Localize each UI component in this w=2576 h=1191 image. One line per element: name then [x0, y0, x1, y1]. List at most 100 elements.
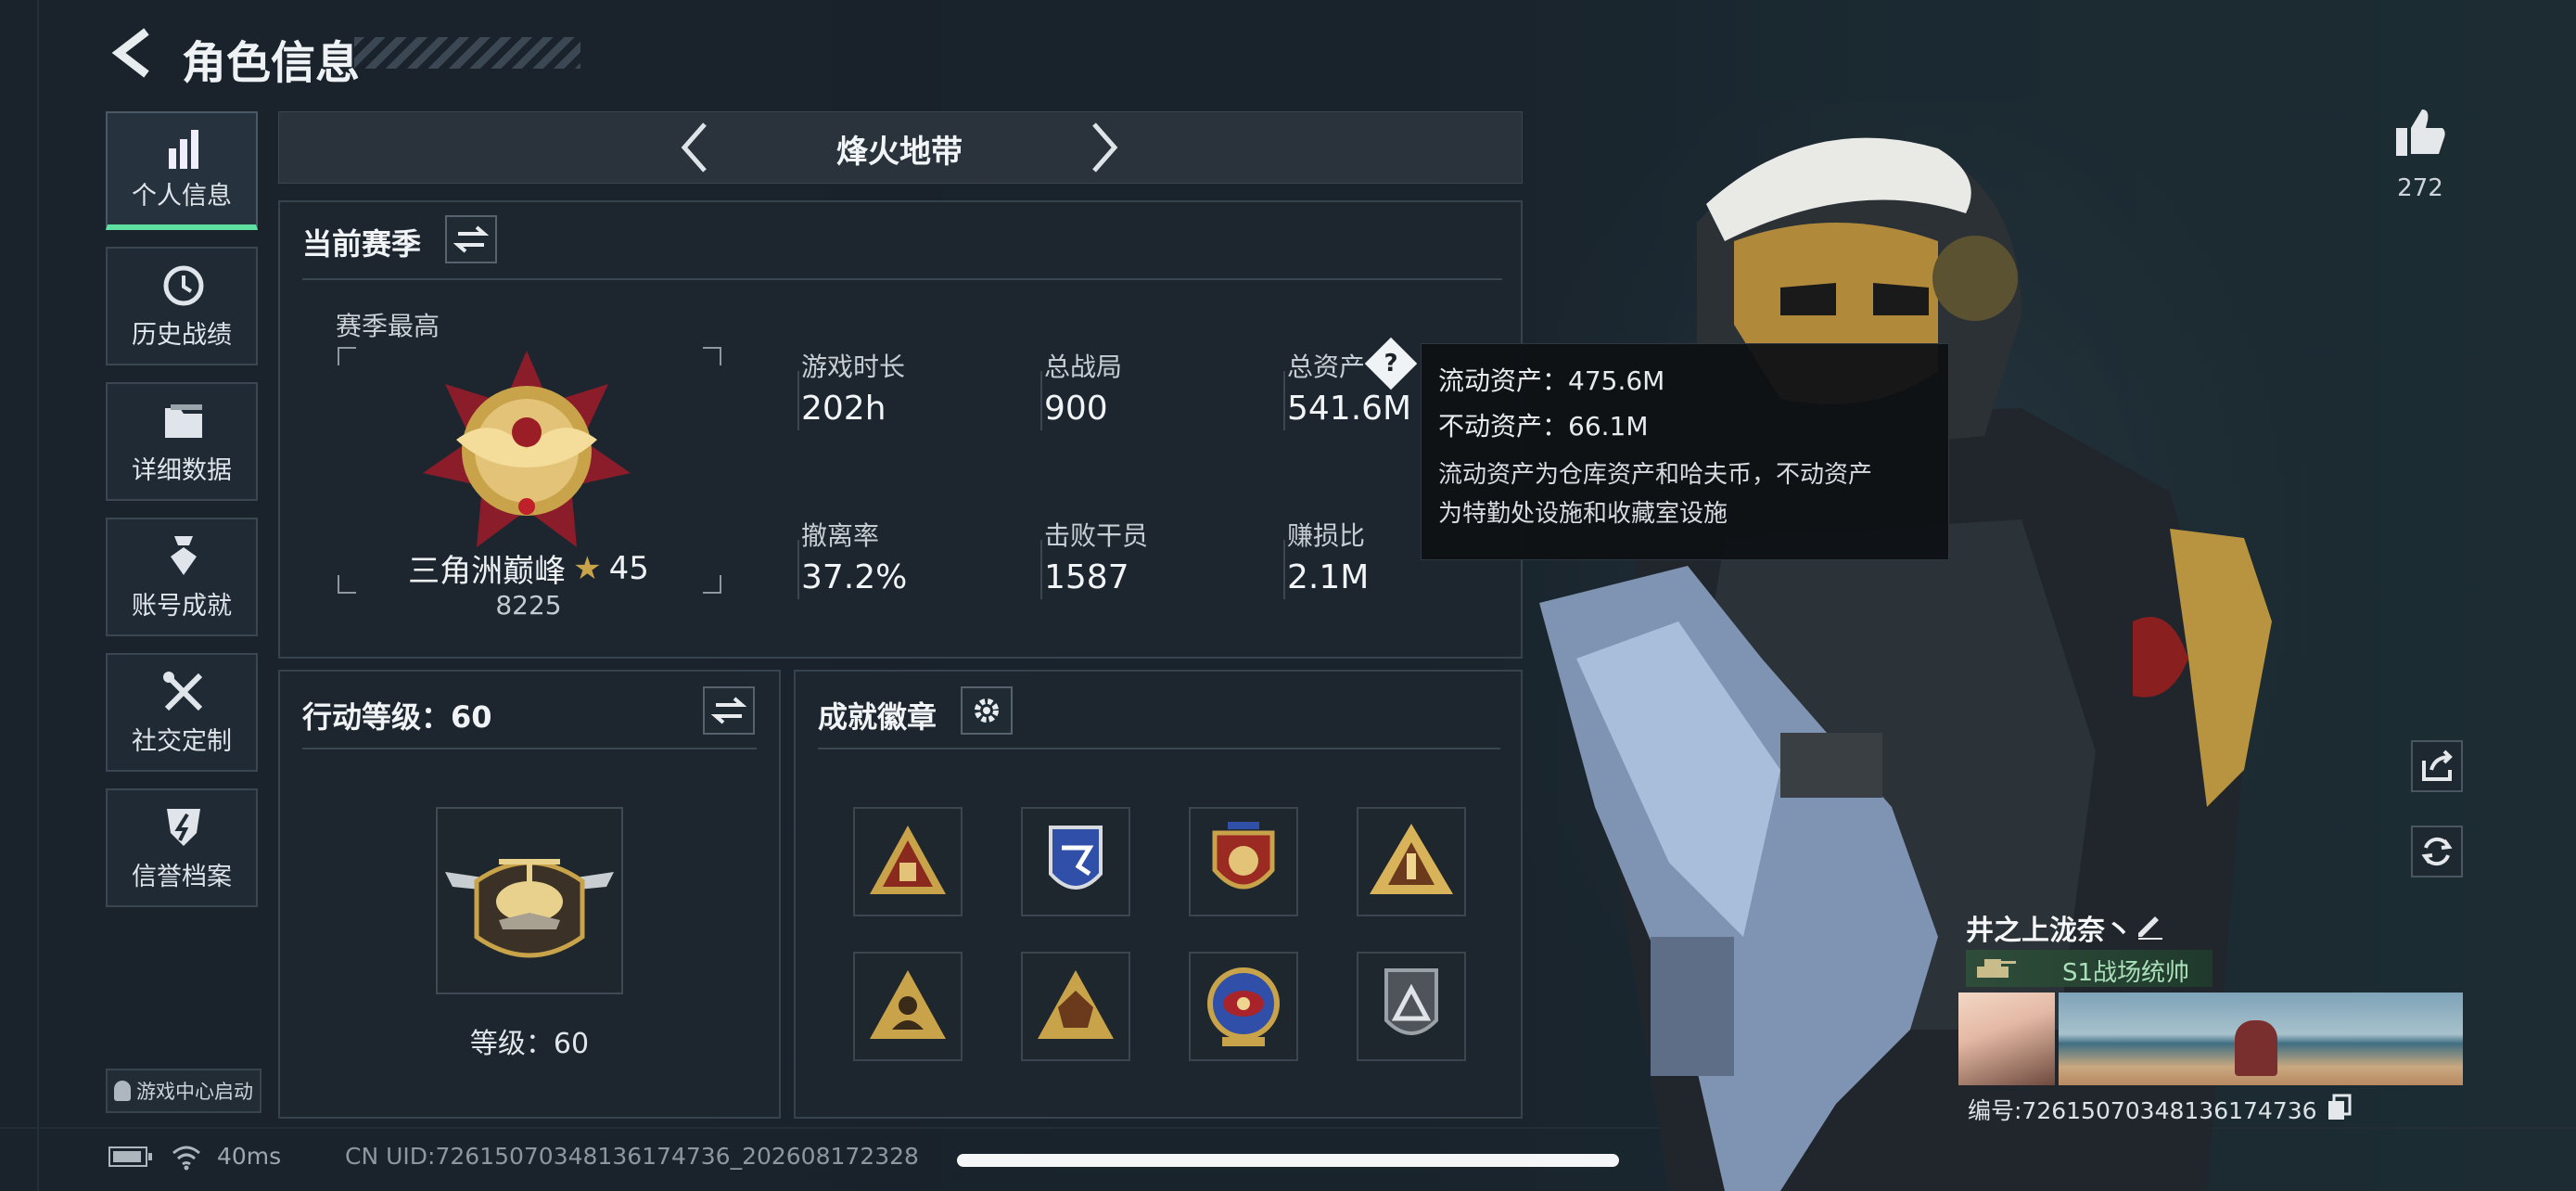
help-icon-glyph: ?: [1384, 350, 1398, 378]
eye-circle-badge-icon: [1207, 967, 1280, 1046]
profile-banner-image: [2059, 992, 2463, 1085]
thumbs-up-icon[interactable]: [2392, 104, 2448, 160]
sidebar-item-label: 社交定制: [132, 727, 232, 756]
grey-shield-badge-icon: [1384, 968, 1438, 1035]
tooltip-description: 流动资产为仓库资产和哈夫币，不动资产 为特勤处设施和收藏室设施: [1438, 455, 1932, 533]
sidebar-item-label: 历史战绩: [132, 321, 232, 350]
chevron-left-icon[interactable]: [675, 119, 712, 176]
person-icon: [114, 1081, 131, 1101]
stat-divider: [1283, 371, 1285, 430]
gold-triangle-badge-icon: [1370, 824, 1453, 894]
achievement-badge[interactable]: [853, 807, 963, 916]
stat-label-total-matches: 总战局: [1044, 352, 1123, 382]
achievement-badge[interactable]: [1021, 807, 1130, 916]
player-id: 编号:72615070348136174736: [1968, 1097, 2317, 1124]
tooltip-desc-line2: 为特勤处设施和收藏室设施: [1438, 500, 1728, 528]
stat-value-play-time: 202h: [801, 390, 886, 428]
player-avatar[interactable]: [1958, 992, 2055, 1085]
action-level-switch-button[interactable]: [703, 686, 755, 735]
achievement-badge[interactable]: [1357, 807, 1466, 916]
swap-icon: [710, 697, 747, 724]
achievement-badge[interactable]: [1189, 807, 1298, 916]
tooltip-liquid-assets: 流动资产：475.6M: [1438, 365, 1665, 396]
stat-value-operators-defeated: 1587: [1044, 558, 1129, 596]
clock-history-icon: [163, 265, 204, 306]
screen: 角色信息 个人信息 历史战绩 详细数据 账号成就 社交定制 信誉档案 游戏中心启…: [0, 0, 2576, 1191]
stat-divider: [1040, 540, 1042, 599]
sidebar-item-credit-record[interactable]: 信誉档案: [106, 788, 258, 907]
stat-value-total-matches: 900: [1044, 390, 1108, 428]
stat-label-total-assets: 总资产: [1287, 352, 1366, 382]
sidebar-item-achievements[interactable]: 账号成就: [106, 518, 258, 636]
triangle-badge-icon: [870, 826, 946, 894]
game-center-launch-button[interactable]: 游戏中心启动: [106, 1069, 261, 1113]
tooltip-desc-line1: 流动资产为仓库资产和哈夫币，不动资产: [1438, 461, 1873, 489]
stat-value-total-assets: 541.6M: [1287, 390, 1412, 428]
red-gold-shield-badge-icon: [1212, 822, 1275, 890]
star-icon: ★: [573, 549, 602, 587]
uid-text: CN UID:72615070348136174736_202608172328: [345, 1143, 919, 1170]
achievements-settings-button[interactable]: [961, 686, 1013, 735]
section-divider: [818, 748, 1500, 749]
stat-divider: [797, 540, 799, 599]
shield-lightning-icon: [167, 809, 200, 846]
tools-icon: [163, 672, 203, 711]
helicopter-emblem-icon: [445, 859, 614, 958]
mode-label: 烽火地带: [836, 134, 963, 171]
back-arrow-icon[interactable]: [108, 26, 154, 80]
sidebar-item-personal-info[interactable]: 个人信息: [106, 111, 258, 230]
achievement-badge[interactable]: [853, 952, 963, 1061]
action-level-title: 行动等级：60: [302, 699, 492, 735]
achievement-badge[interactable]: [1357, 952, 1466, 1061]
frame-corner: [338, 347, 356, 365]
achievement-badge[interactable]: [1189, 952, 1298, 1061]
assets-tooltip: 流动资产：475.6M 不动资产：66.1M 流动资产为仓库资产和哈夫币，不动资…: [1421, 343, 1949, 560]
achievement-badge[interactable]: [1021, 952, 1130, 1061]
share-icon: [2422, 749, 2453, 781]
folder-icon: [165, 404, 202, 438]
sidebar-item-social-custom[interactable]: 社交定制: [106, 653, 258, 772]
ping-value: 40ms: [217, 1143, 282, 1170]
stat-label-profit-loss: 赚损比: [1287, 520, 1366, 551]
stat-divider: [1283, 540, 1285, 599]
title-badge-label: S1战场统帅: [2062, 959, 2190, 987]
game-center-launch-label: 游戏中心启动: [136, 1081, 253, 1103]
banner-figure: [2235, 1020, 2277, 1076]
page-title: 角色信息: [182, 37, 361, 89]
rank-name-row: 三角洲巅峰 ★ 45: [336, 545, 721, 591]
refresh-button[interactable]: [2411, 826, 2463, 877]
frame-corner: [703, 347, 721, 365]
stat-divider: [1040, 371, 1042, 430]
figure-triangle-badge-icon: [870, 970, 946, 1039]
copy-icon[interactable]: [2326, 1093, 2353, 1122]
rank-points: 8225: [495, 590, 562, 621]
gear-icon: [975, 698, 999, 723]
stat-value-extraction-rate: 37.2%: [801, 558, 908, 596]
title-stripe-decoration: [354, 37, 580, 69]
sidebar-item-history[interactable]: 历史战绩: [106, 247, 258, 365]
chevron-right-icon[interactable]: [1087, 119, 1124, 176]
refresh-icon: [2421, 837, 2453, 866]
sidebar-item-label: 详细数据: [132, 456, 232, 485]
section-divider: [302, 748, 757, 749]
action-level-text: 等级：60: [469, 1028, 590, 1060]
like-count: 272: [2397, 174, 2443, 202]
battery-icon: [108, 1146, 152, 1167]
edit-pencil-icon[interactable]: [2133, 907, 2166, 941]
home-indicator[interactable]: [957, 1154, 1619, 1167]
rank-stars: 45: [608, 549, 649, 587]
bar-chart-icon: [169, 130, 198, 169]
sidebar-item-detailed-data[interactable]: 详细数据: [106, 382, 258, 501]
wifi-icon: [172, 1146, 200, 1171]
sidebar-item-label: 信誉档案: [132, 863, 232, 891]
rank-name: 三角洲巅峰: [408, 553, 567, 590]
medal-icon: [171, 536, 197, 575]
stat-value-profit-loss: 2.1M: [1287, 558, 1370, 596]
stat-divider: [797, 371, 799, 430]
season-best-label: 赛季最高: [336, 311, 440, 341]
sidebar-item-label: 个人信息: [132, 182, 232, 211]
share-button[interactable]: [2411, 740, 2463, 792]
season-switch-button[interactable]: [445, 215, 497, 263]
stat-label-operators-defeated: 击败干员: [1044, 520, 1149, 551]
rank-emblem-icon: [423, 351, 631, 547]
